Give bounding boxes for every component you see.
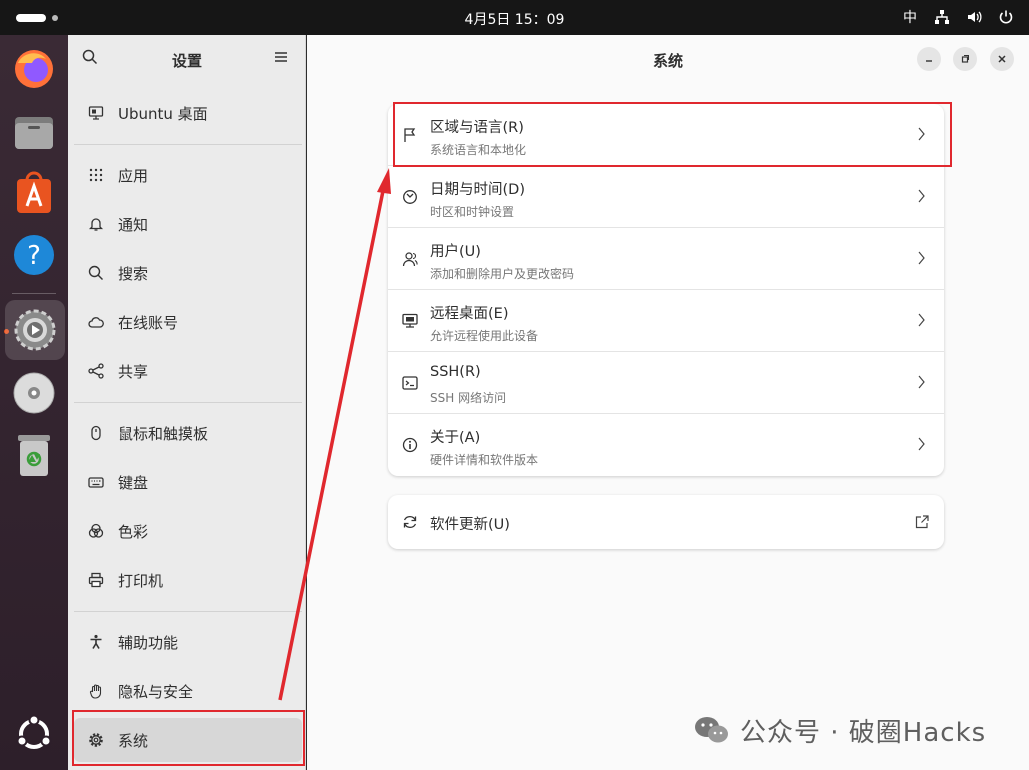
sidebar-item-label: 鼠标和触摸板: [118, 424, 209, 443]
list-item-remote-desktop[interactable]: 远程桌面(E) 允许远程使用此设备: [388, 290, 944, 352]
row-title: 远程桌面(E): [430, 306, 509, 322]
sidebar-item-label: Ubuntu 桌面: [118, 104, 208, 123]
bell-icon: [88, 216, 104, 232]
chevron-right-icon: [916, 436, 926, 452]
svg-text:?: ?: [27, 241, 41, 271]
apps-grid-icon: [88, 167, 104, 183]
sidebar-item-sharing[interactable]: 共享: [74, 349, 302, 393]
users-icon: [402, 251, 418, 267]
minimize-button[interactable]: [917, 47, 941, 71]
sidebar-item-label: 共享: [118, 362, 149, 381]
row-title: 软件更新(U): [430, 517, 510, 533]
volume-icon[interactable]: [965, 8, 983, 26]
cloud-icon: [88, 314, 104, 330]
close-button[interactable]: [990, 47, 1014, 71]
terminal-icon: [402, 375, 418, 391]
software-update-card: 软件更新(U): [388, 495, 944, 549]
files-icon[interactable]: [10, 107, 58, 155]
share-icon: [88, 363, 104, 379]
sidebar-item-notifications[interactable]: 通知: [74, 202, 302, 246]
sidebar-item-label: 搜索: [118, 264, 149, 283]
list-item-about[interactable]: 关于(A) 硬件详情和软件版本: [388, 414, 944, 476]
accessibility-icon: [88, 634, 104, 650]
sidebar-item-label: 通知: [118, 215, 149, 234]
list-item-ssh[interactable]: SSH(R) SSH 网络访问: [388, 352, 944, 414]
trash-icon[interactable]: [10, 431, 58, 479]
highlight-box-region-language: [393, 102, 952, 167]
list-item-date-time[interactable]: 日期与时间(D) 时区和时钟设置: [388, 166, 944, 228]
settings-icon[interactable]: [5, 300, 65, 360]
highlight-box-system: [72, 710, 305, 766]
ubuntu-menu-icon[interactable]: [10, 710, 58, 758]
row-title: SSH(R): [430, 364, 481, 380]
sidebar-item-label: 键盘: [118, 473, 149, 492]
clock-icon: [402, 189, 418, 205]
chevron-right-icon: [916, 374, 926, 390]
sidebar-item-label: 在线账号: [118, 313, 179, 332]
chevron-right-icon: [916, 188, 926, 204]
row-title: 日期与时间(D): [430, 182, 525, 198]
sidebar-item-color[interactable]: 色彩: [74, 509, 302, 553]
list-item-users[interactable]: 用户(U) 添加和删除用户及更改密码: [388, 228, 944, 290]
power-icon[interactable]: [997, 8, 1015, 26]
external-link-icon: [914, 514, 930, 530]
watermark: 公众号 · 破圈Hacks: [694, 710, 986, 750]
color-icon: [88, 523, 104, 539]
sidebar-item-privacy-security[interactable]: 隐私与安全: [74, 669, 302, 713]
app-center-icon[interactable]: [10, 169, 58, 217]
disc-icon[interactable]: [10, 369, 58, 417]
sidebar-item-apps[interactable]: 应用: [74, 153, 302, 197]
sidebar-item-label: 应用: [118, 166, 149, 185]
help-icon[interactable]: ?: [10, 231, 58, 279]
sidebar-item-accessibility[interactable]: 辅助功能: [74, 620, 302, 664]
system-tray[interactable]: 中: [901, 7, 1015, 27]
sidebar-item-label: 辅助功能: [118, 633, 179, 652]
chevron-right-icon: [916, 312, 926, 328]
row-subtitle: 时区和时钟设置: [430, 205, 515, 219]
network-icon[interactable]: [933, 8, 951, 26]
input-method-indicator[interactable]: 中: [901, 8, 919, 26]
sidebar-item-online-accounts[interactable]: 在线账号: [74, 300, 302, 344]
row-subtitle: 硬件详情和软件版本: [430, 453, 539, 467]
remote-desktop-icon: [402, 313, 418, 329]
hand-icon: [88, 683, 104, 699]
info-icon: [402, 437, 418, 453]
sidebar-item-label: 色彩: [118, 522, 149, 541]
sidebar-item-search[interactable]: 搜索: [74, 251, 302, 295]
printer-icon: [88, 572, 104, 588]
firefox-icon[interactable]: [10, 45, 58, 93]
dock: ?: [0, 35, 68, 770]
row-subtitle: SSH 网络访问: [430, 391, 507, 405]
list-item-software-update[interactable]: 软件更新(U): [388, 495, 944, 549]
keyboard-icon: [88, 474, 104, 490]
sidebar-item-ubuntu-desktop[interactable]: Ubuntu 桌面: [74, 91, 302, 135]
row-title: 关于(A): [430, 430, 481, 446]
sidebar-item-label: 隐私与安全: [118, 682, 194, 701]
clock[interactable]: 4月5日 15：09: [0, 9, 1029, 29]
sidebar-header: 设置: [68, 35, 306, 83]
row-title: 用户(U): [430, 244, 481, 260]
sidebar-item-printers[interactable]: 打印机: [74, 558, 302, 602]
maximize-button[interactable]: [953, 47, 977, 71]
desktop-icon: [88, 105, 104, 121]
sidebar-title: 设置: [171, 52, 202, 70]
refresh-icon: [402, 514, 418, 530]
settings-sidebar: 设置 Ubuntu 桌面 应用 通知 搜索 在线账号 共享 鼠标和触摸板 键盘 …: [68, 35, 306, 770]
chevron-right-icon: [916, 250, 926, 266]
row-subtitle: 添加和删除用户及更改密码: [430, 267, 575, 281]
hamburger-menu-icon[interactable]: [274, 49, 292, 67]
mouse-icon: [88, 425, 104, 441]
wechat-icon: [695, 717, 728, 743]
search-icon: [88, 265, 104, 281]
sidebar-item-mouse-touchpad[interactable]: 鼠标和触摸板: [74, 411, 302, 455]
top-bar: 4月5日 15：09 中: [0, 0, 1029, 35]
watermark-text: 公众号 · 破圈Hacks: [740, 717, 987, 748]
sidebar-item-label: 打印机: [118, 571, 164, 590]
row-subtitle: 允许远程使用此设备: [430, 329, 539, 343]
sidebar-item-keyboard[interactable]: 键盘: [74, 460, 302, 504]
